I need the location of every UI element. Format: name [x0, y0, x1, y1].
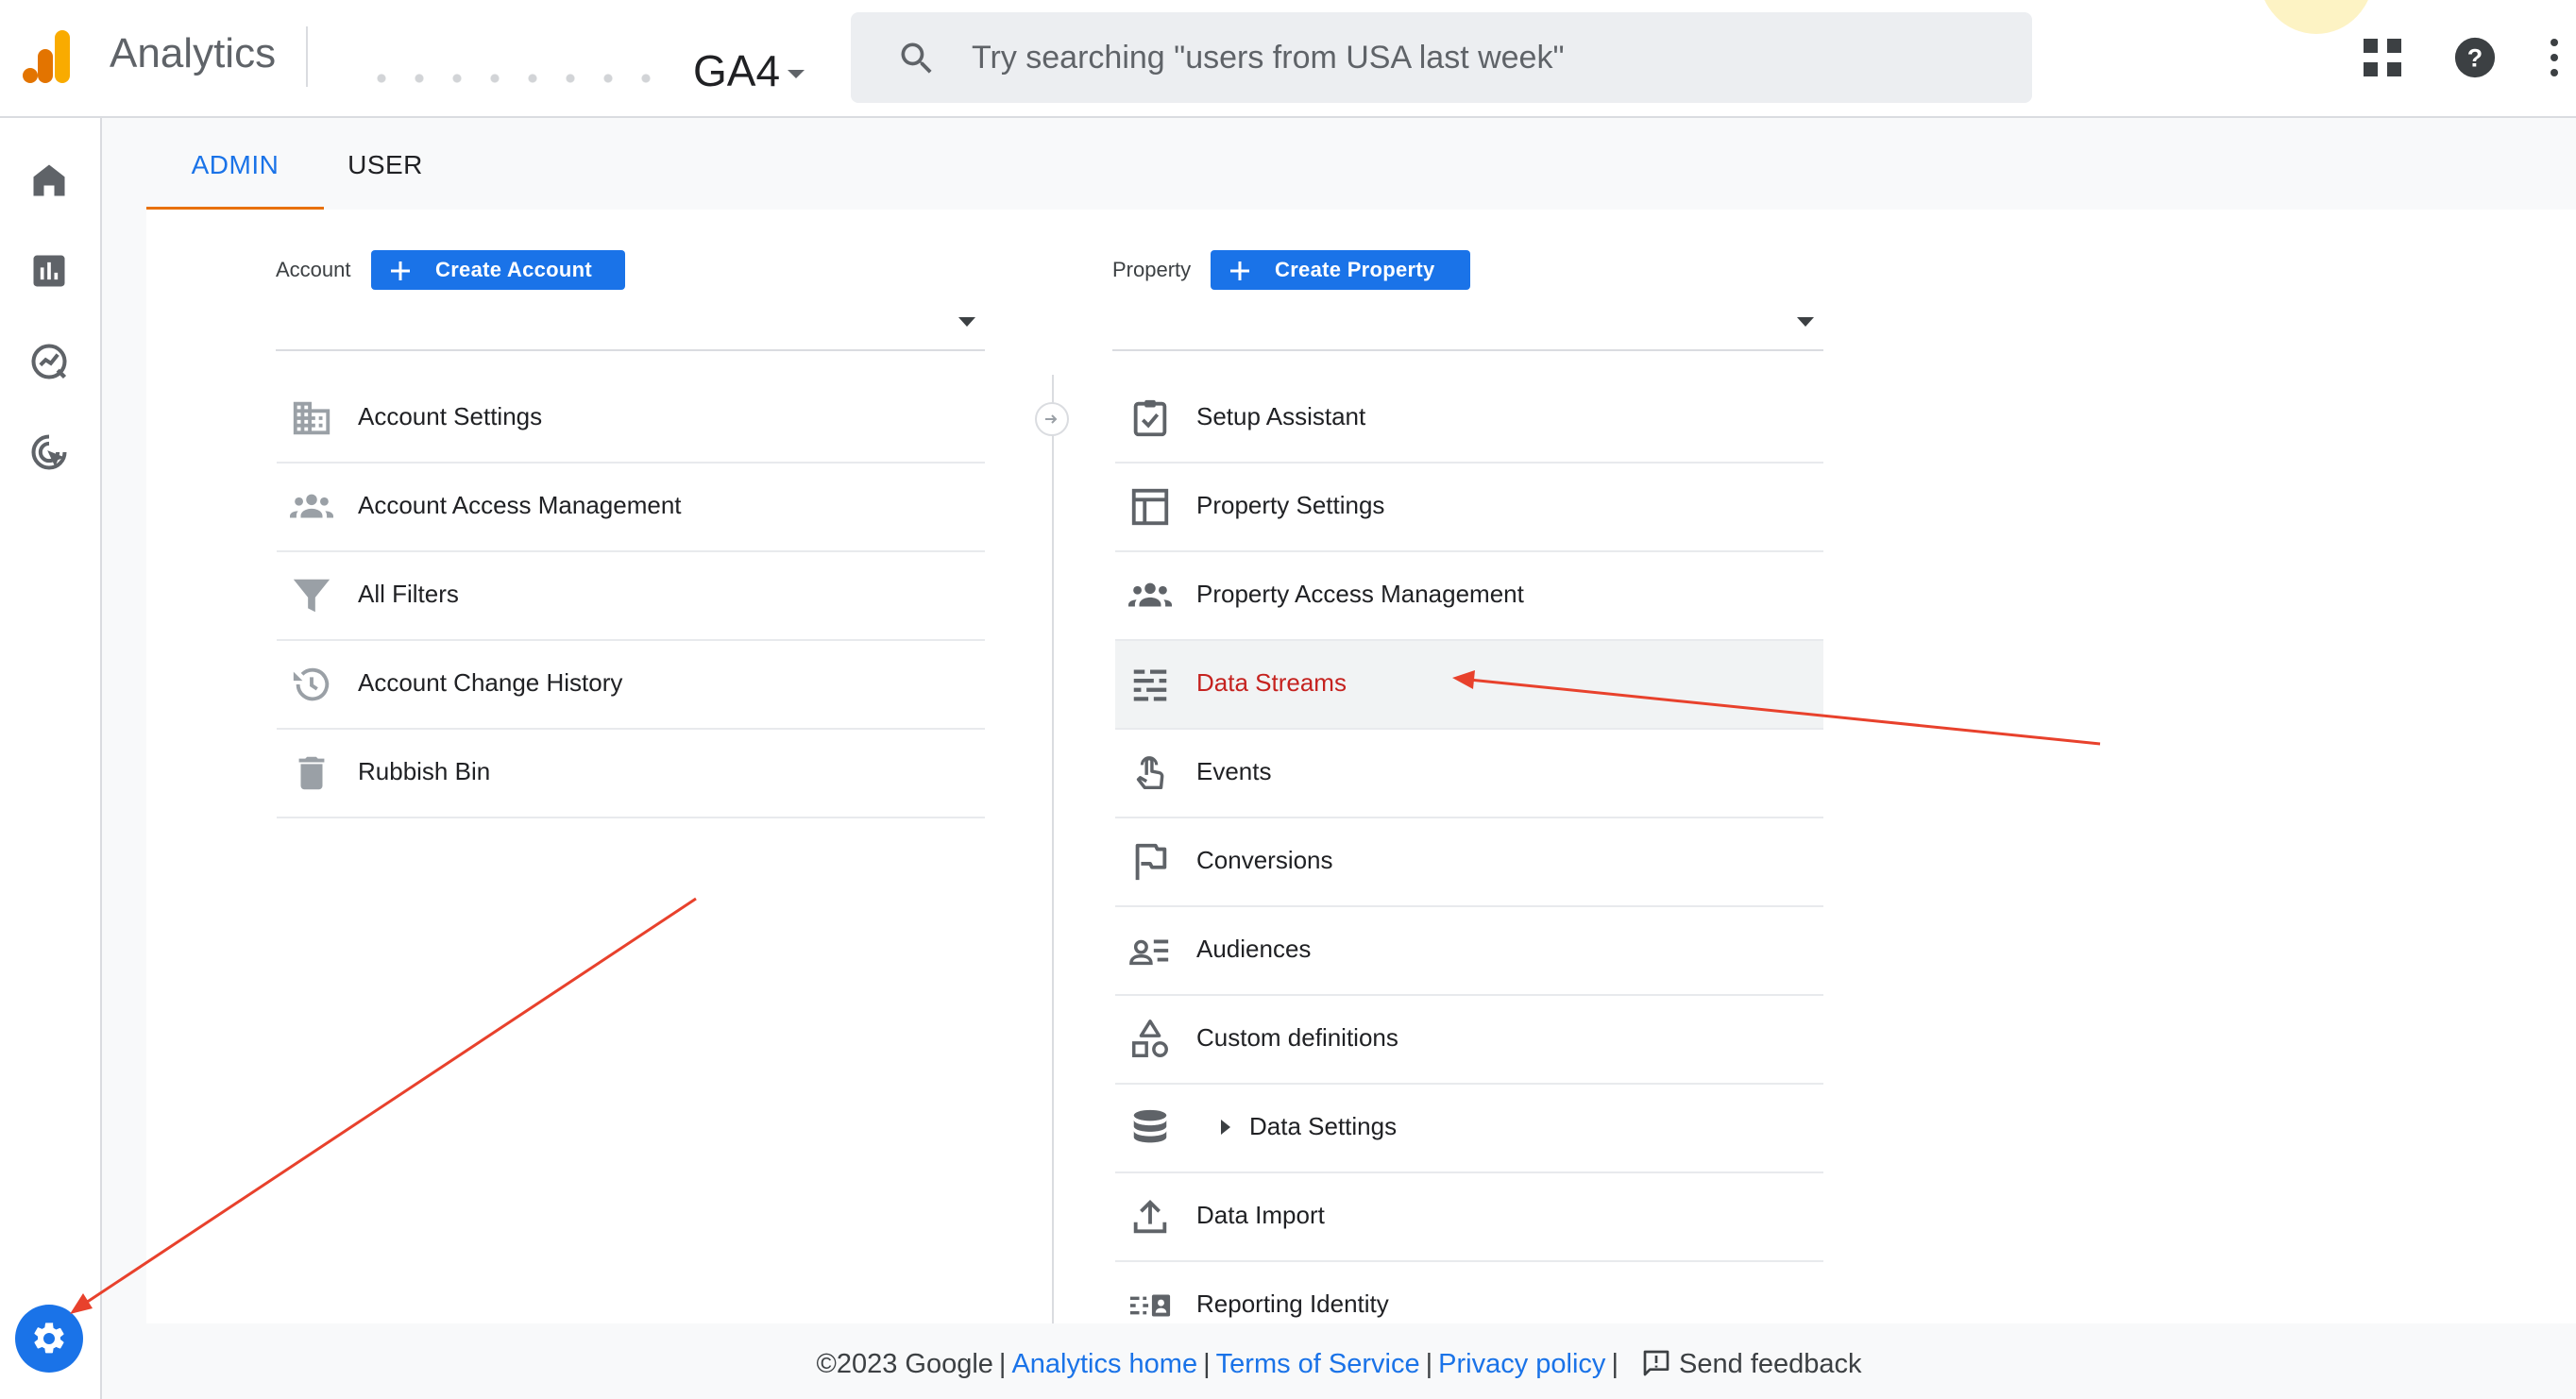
audiences-item[interactable]: Audiences [1115, 907, 1823, 996]
checklist-icon [1133, 399, 1167, 437]
conversions-item[interactable]: Conversions [1115, 818, 1823, 907]
data-streams-icon [1133, 669, 1167, 701]
reports-icon[interactable] [28, 250, 70, 292]
account-change-history-label: Account Change History [358, 668, 623, 697]
all-filters-item[interactable]: All Filters [277, 552, 985, 641]
property-settings-icon [1131, 488, 1169, 526]
upload-icon [1133, 1199, 1167, 1234]
setup-assistant-label: Setup Assistant [1196, 402, 1366, 430]
account-change-history-item[interactable]: Account Change History [277, 641, 985, 730]
data-import-item[interactable]: Data Import [1115, 1173, 1823, 1262]
audiences-label: Audiences [1196, 935, 1312, 963]
data-settings-label: Data Settings [1249, 1112, 1398, 1140]
top-app-bar: Analytics GA4 ? [0, 0, 2576, 118]
building-icon [293, 401, 330, 435]
history-icon [293, 667, 330, 701]
help-icon[interactable]: ? [2453, 36, 2497, 79]
database-icon [1133, 1109, 1167, 1143]
rubbish-bin-item[interactable]: Rubbish Bin [277, 730, 985, 818]
copyright-text: ©2023 Google [816, 1349, 993, 1379]
account-column-label: Account [276, 258, 351, 281]
events-label: Events [1196, 757, 1272, 785]
property-settings-label: Property Settings [1196, 491, 1385, 519]
events-item[interactable]: Events [1115, 730, 1823, 818]
property-access-management-item[interactable]: Property Access Management [1115, 552, 1823, 641]
footer: ©2023 Google | Analytics home | Terms of Ser… [816, 1349, 1862, 1379]
analytics-home-link[interactable]: Analytics home [1011, 1349, 1197, 1379]
account-access-management-item[interactable]: Account Access Management [277, 464, 985, 552]
rubbish-bin-label: Rubbish Bin [358, 757, 491, 785]
property-settings-item[interactable]: Property Settings [1115, 464, 1823, 552]
more-vert-icon[interactable] [2547, 38, 2562, 77]
column-link-icon [1035, 402, 1069, 436]
search-icon[interactable] [896, 38, 938, 79]
setup-assistant-item[interactable]: Setup Assistant [1115, 375, 1823, 464]
analytics-logo-icon[interactable] [23, 28, 76, 85]
explore-icon[interactable] [28, 341, 70, 382]
create-property-label: Create Property [1275, 258, 1435, 281]
search-bar[interactable] [851, 12, 2032, 103]
create-property-button[interactable]: Create Property [1211, 250, 1470, 290]
advertising-icon[interactable] [28, 431, 70, 473]
account-settings-item[interactable]: Account Settings [277, 375, 985, 464]
touch-icon [1136, 756, 1164, 790]
custom-definitions-label: Custom definitions [1196, 1023, 1398, 1052]
reporting-identity-icon [1129, 1294, 1171, 1317]
feedback-icon [1643, 1350, 1669, 1376]
send-feedback-button[interactable]: Send feedback [1632, 1349, 1862, 1379]
property-selector[interactable] [1112, 298, 1823, 351]
chevron-down-icon[interactable] [958, 317, 975, 327]
left-nav-rail [0, 118, 102, 1399]
reporting-identity-item[interactable]: Reporting Identity [1115, 1262, 1823, 1351]
chevron-down-icon[interactable] [1797, 317, 1814, 327]
privacy-policy-link[interactable]: Privacy policy [1438, 1349, 1605, 1379]
column-divider [1052, 375, 1054, 1323]
terms-of-service-link[interactable]: Terms of Service [1216, 1349, 1420, 1379]
send-feedback-label: Send feedback [1679, 1349, 1862, 1379]
property-name-redacted[interactable] [363, 72, 674, 85]
chevron-down-icon[interactable] [788, 70, 805, 78]
reporting-identity-label: Reporting Identity [1196, 1289, 1389, 1318]
custom-definitions-item[interactable]: Custom definitions [1115, 996, 1823, 1085]
plus-icon [391, 261, 410, 280]
search-input[interactable] [972, 12, 1991, 103]
people-icon [290, 494, 333, 518]
expand-right-icon[interactable] [1221, 1120, 1230, 1135]
filter-icon [293, 579, 330, 613]
header-divider [306, 26, 308, 87]
data-settings-item[interactable]: Data Settings [1115, 1085, 1823, 1173]
home-icon[interactable] [28, 160, 70, 201]
account-access-management-label: Account Access Management [358, 491, 682, 519]
tab-admin[interactable]: ADMIN [146, 118, 324, 211]
people-icon [1128, 582, 1172, 607]
apps-grid-icon[interactable] [2364, 39, 2401, 76]
data-streams-item[interactable]: Data Streams [1115, 641, 1823, 730]
create-account-label: Create Account [435, 258, 592, 281]
data-streams-label: Data Streams [1196, 668, 1347, 697]
audiences-icon [1129, 939, 1169, 966]
property-access-management-label: Property Access Management [1196, 580, 1524, 608]
property-selector-label[interactable]: GA4 [693, 45, 780, 96]
property-column-label: Property [1112, 258, 1192, 281]
account-selector[interactable] [276, 298, 985, 351]
account-settings-label: Account Settings [358, 402, 543, 430]
all-filters-label: All Filters [358, 580, 459, 608]
profile-avatar[interactable] [2259, 0, 2374, 34]
data-import-label: Data Import [1196, 1201, 1325, 1229]
account-menu: Account Settings Account Access Manageme… [277, 375, 985, 818]
flag-icon [1135, 843, 1167, 881]
trash-icon [298, 756, 325, 790]
app-title: Analytics [110, 30, 277, 76]
plus-icon [1230, 261, 1249, 280]
create-account-button[interactable]: Create Account [371, 250, 625, 290]
tab-user[interactable]: USER [324, 118, 447, 211]
svg-text:?: ? [2467, 44, 2483, 73]
conversions-label: Conversions [1196, 846, 1333, 874]
property-menu: Setup Assistant Property Settings Proper… [1115, 375, 1823, 1351]
shapes-icon [1132, 1020, 1168, 1057]
